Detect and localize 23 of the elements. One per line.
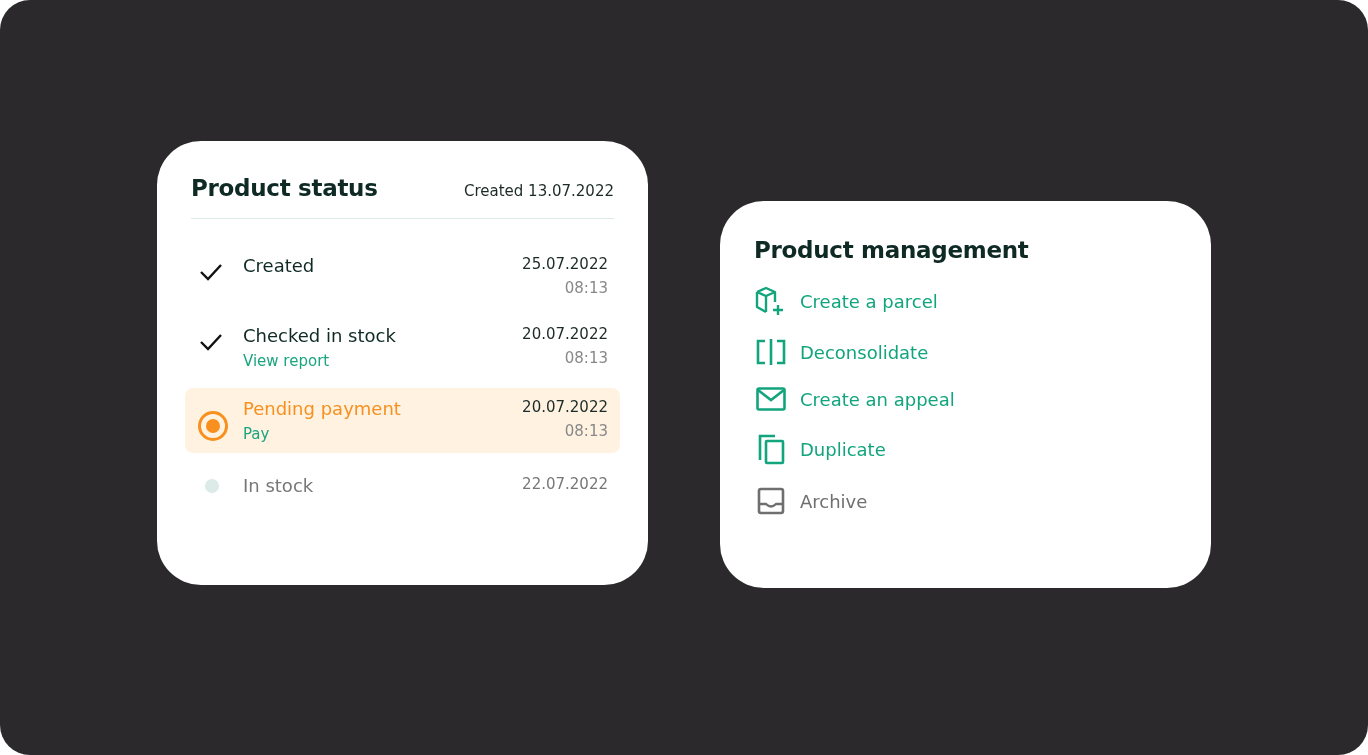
step-label: Created: [243, 254, 316, 276]
action-link[interactable]: Create an appeal: [800, 388, 955, 410]
card-title: Product status: [191, 174, 378, 201]
action-link[interactable]: Create a parcel: [800, 290, 938, 312]
step-date: 20.07.2022: [522, 324, 608, 343]
mail-icon: [754, 387, 788, 411]
step-date: 25.07.2022: [522, 254, 608, 273]
step-label: Pending payment: [243, 397, 402, 419]
step-link[interactable]: Pay: [243, 424, 523, 443]
step-date: 22.07.2022: [522, 474, 608, 493]
created-date: Created 13.07.2022: [464, 181, 614, 200]
step-link[interactable]: View report: [243, 351, 523, 370]
action-link[interactable]: Deconsolidate: [800, 341, 929, 363]
split-icon: [754, 339, 788, 365]
action-link[interactable]: Duplicate: [800, 438, 886, 460]
step-time: 08:13: [564, 421, 608, 440]
step-time: 08:13: [564, 278, 608, 297]
card-title: Product management: [754, 237, 1030, 263]
step-date: 20.07.2022: [522, 397, 608, 416]
step-label: Checked in stock: [243, 324, 397, 346]
step-label: In stock: [243, 474, 315, 496]
radio-icon: [197, 409, 229, 442]
step-time: 08:13: [564, 348, 608, 367]
